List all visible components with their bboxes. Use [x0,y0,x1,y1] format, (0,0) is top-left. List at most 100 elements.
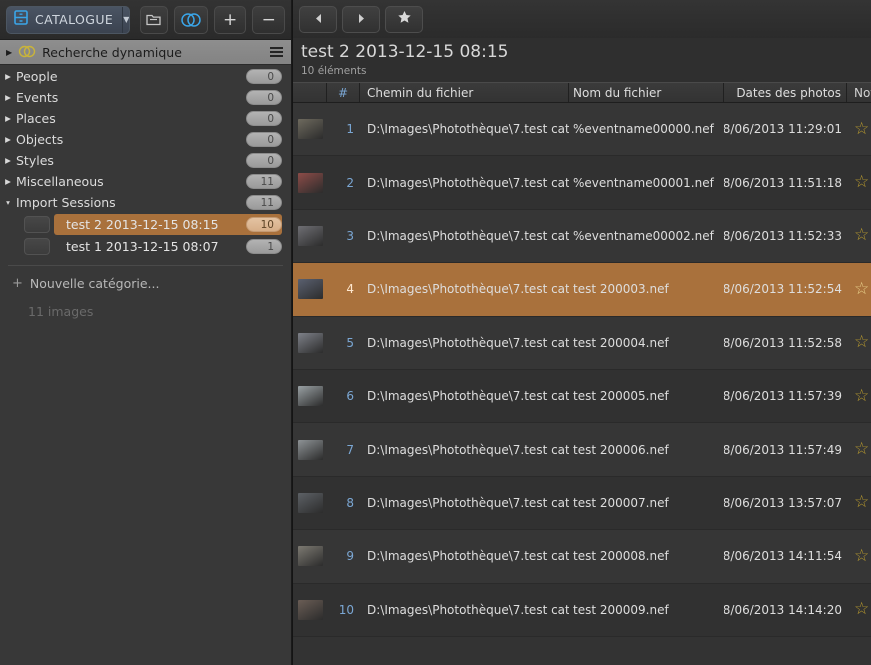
row-rating[interactable]: ☆☆ [847,494,871,511]
overlapping-circles-icon[interactable] [173,5,208,34]
row-rating[interactable]: ☆☆ [847,548,871,565]
tree-item-objects[interactable]: ▶ Objects 0 [0,129,291,150]
column-header-number[interactable]: # [327,83,360,102]
star-icon[interactable]: ☆ [854,121,869,138]
thumbnail-image [297,386,323,407]
thumbnail-image [297,492,323,513]
new-category-button[interactable]: + Nouvelle catégorie... [0,270,291,296]
star-icon[interactable]: ☆ [854,548,869,565]
triangle-right-icon[interactable]: ▶ [0,135,16,144]
star-icon[interactable]: ☆ [854,227,869,244]
table-row[interactable]: 5 D:\Images\Photothèque\7.test catalogeuı… [293,316,871,370]
folder-icon[interactable] [140,5,168,34]
star-icon[interactable]: ☆ [854,494,869,511]
dynamic-search-row[interactable]: ▶ Recherche dynamique [0,40,291,65]
star-icon[interactable]: ☆ [854,174,869,191]
triangle-right-icon[interactable]: ▶ [0,72,16,81]
table-row[interactable]: 8 D:\Images\Photothèque\7.test catalogeuı… [293,476,871,531]
tree-item-label: Objects [16,132,64,147]
tree-item-places[interactable]: ▶ Places 0 [0,108,291,129]
triangle-right-icon[interactable]: ▶ [0,93,16,102]
file-table[interactable]: 1 D:\Images\Photothèque\7.test catalogeuı… [293,103,871,665]
star-icon[interactable]: ☆ [854,441,869,458]
row-path: D:\Images\Photothèque\7.test catalogeuı [367,335,569,350]
table-row[interactable]: 4 D:\Images\Photothèque\7.test catalogeuı… [293,263,871,317]
content-header: test 2 2013-12-15 08:15 10 éléments [293,38,871,82]
row-rating[interactable]: ☆☆ [847,601,871,618]
content-toolbar [293,0,871,38]
remove-button[interactable]: − [252,5,285,34]
column-header-date[interactable]: Dates des photos [724,83,847,102]
thumbnail-image [297,439,323,460]
count-badge: 0 [246,90,282,105]
row-number: 5 [346,335,354,350]
row-thumbnail [293,172,327,193]
triangle-down-icon[interactable]: ▾ [0,198,16,207]
row-number: 1 [346,122,354,137]
triangle-right-icon[interactable]: ▶ [6,48,12,57]
catalogue-selector[interactable]: CATALOGUE ▼ [6,5,131,34]
item-count-label: 10 éléments [301,65,367,77]
table-row[interactable]: 1 D:\Images\Photothèque\7.test catalogeuı… [293,103,871,157]
column-header-thumbnail[interactable] [293,83,327,102]
count-badge: 0 [246,132,282,147]
column-header-path[interactable]: Chemin du fichier [360,83,569,102]
row-thumbnail [293,332,327,353]
tree-child-test-2[interactable]: test 2 2013-12-15 08:15 10 [0,214,291,235]
row-number: 6 [346,389,354,404]
table-row[interactable]: 2 D:\Images\Photothèque\7.test catalogeuı… [293,156,871,210]
column-header-rating[interactable]: Nota [847,83,871,102]
star-icon[interactable]: ☆ [854,334,869,351]
triangle-right-icon[interactable]: ▶ [0,156,16,165]
hamburger-menu-icon[interactable] [270,46,283,58]
row-date: 08/06/2013 11:29:01 [724,122,842,137]
overlapping-circles-icon [17,43,37,62]
tree-child-label: test 1 2013-12-15 08:07 [66,239,219,254]
star-icon[interactable]: ☆ [854,601,869,618]
image-count-label: 11 images [28,304,94,319]
tree-item-import-sessions[interactable]: ▾ Import Sessions 11 [0,192,291,213]
row-rating[interactable]: ☆☆ [847,388,871,405]
row-thumbnail [293,439,327,460]
row-thumbnail [293,386,327,407]
back-button[interactable] [299,5,337,33]
tree-item-miscellaneous[interactable]: ▶ Miscellaneous 11 [0,171,291,192]
star-icon[interactable]: ☆ [854,388,869,405]
chevron-down-icon[interactable]: ▼ [122,6,129,33]
row-number: 9 [346,549,354,564]
table-row[interactable]: 9 D:\Images\Photothèque\7.test catalogeuı… [293,530,871,584]
count-badge: 0 [246,153,282,168]
tree-item-label: Events [16,90,59,105]
table-row[interactable]: 6 D:\Images\Photothèque\7.test catalogeuı… [293,369,871,424]
row-rating[interactable]: ☆☆ [847,174,871,191]
forward-button[interactable] [342,5,380,33]
row-rating[interactable]: ☆☆ [847,281,871,298]
row-date: 08/06/2013 11:52:54 [724,282,842,297]
table-row[interactable]: 7 D:\Images\Photothèque\7.test catalogeuı… [293,423,871,477]
row-number: 7 [346,442,354,457]
row-path: D:\Images\Photothèque\7.test catalogeuı [367,228,569,243]
content-panel: test 2 2013-12-15 08:15 10 éléments # Ch… [292,0,871,665]
arrow-right-icon [355,10,368,29]
triangle-right-icon[interactable]: ▶ [0,114,16,123]
tree-item-styles[interactable]: ▶ Styles 0 [0,150,291,171]
row-date: 08/06/2013 11:52:58 [724,335,842,350]
row-thumbnail [293,546,327,567]
add-button[interactable]: + [213,5,247,34]
row-number: 3 [346,228,354,243]
catalogue-sidebar: CATALOGUE ▼ + − ▶ Recherche dynamique ▶ … [0,0,292,665]
table-row[interactable]: 10 D:\Images\Photothèque\7.test catalogeu… [293,583,871,637]
row-rating[interactable]: ☆☆ [847,441,871,458]
star-icon[interactable]: ☆ [854,281,869,298]
tree-item-events[interactable]: ▶ Events 0 [0,87,291,108]
tree-item-people[interactable]: ▶ People 0 [0,66,291,87]
row-rating[interactable]: ☆☆ [847,121,871,138]
favorite-button[interactable] [385,5,423,33]
table-row[interactable]: 3 D:\Images\Photothèque\7.test catalogeuı… [293,209,871,264]
triangle-right-icon[interactable]: ▶ [0,177,16,186]
column-header-filename[interactable]: Nom du fichier [569,83,724,102]
tree-child-test-1[interactable]: test 1 2013-12-15 08:07 1 [0,236,291,257]
row-rating[interactable]: ☆☆ [847,227,871,244]
catalogue-button[interactable]: CATALOGUE [7,7,122,33]
row-rating[interactable]: ☆☆ [847,334,871,351]
